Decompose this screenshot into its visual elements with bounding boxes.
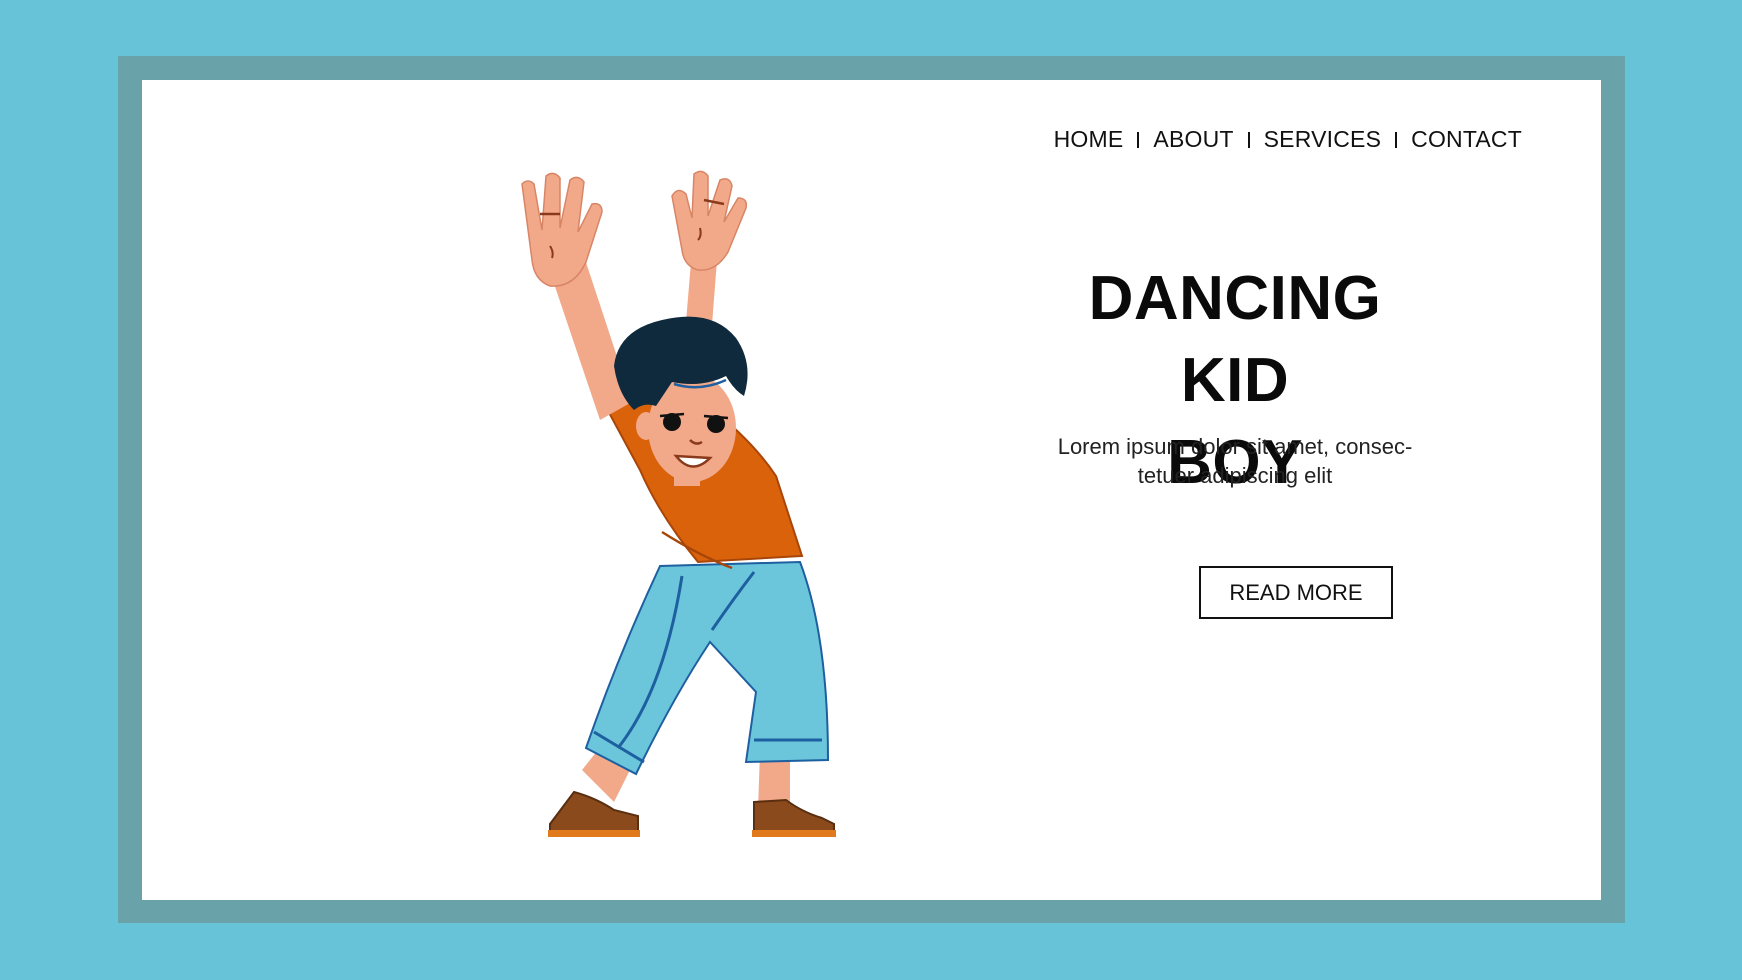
landing-card: HOME ABOUT SERVICES CONTACT DANCING KID … <box>142 80 1601 900</box>
hero-description-line-2: tetuer adipiscing elit <box>1137 463 1333 488</box>
nav-separator <box>1137 131 1140 148</box>
hero-description-line-1: Lorem ipsum dolor sit amet, consec- <box>1057 434 1413 459</box>
left-hand <box>521 172 603 287</box>
nav-about-link[interactable]: ABOUT <box>1153 126 1233 153</box>
hero-title-line-1: DANCING KID <box>1088 264 1382 415</box>
nav-separator <box>1247 131 1250 148</box>
left-shoe-sole <box>548 830 640 837</box>
left-shoe <box>549 790 639 837</box>
nav-home-link[interactable]: HOME <box>1054 126 1124 153</box>
right-hand <box>671 170 748 271</box>
top-navigation: HOME ABOUT SERVICES CONTACT <box>1054 126 1522 153</box>
right-shoe-sole <box>752 830 836 837</box>
dancing-boy-illustration <box>521 170 836 837</box>
ear <box>636 412 656 440</box>
nav-separator <box>1395 131 1398 148</box>
nav-contact-link[interactable]: CONTACT <box>1411 126 1522 153</box>
nav-services-link[interactable]: SERVICES <box>1264 126 1382 153</box>
read-more-button[interactable]: READ MORE <box>1199 566 1393 619</box>
hero-description: Lorem ipsum dolor sit amet, consec- tetu… <box>1035 432 1435 490</box>
